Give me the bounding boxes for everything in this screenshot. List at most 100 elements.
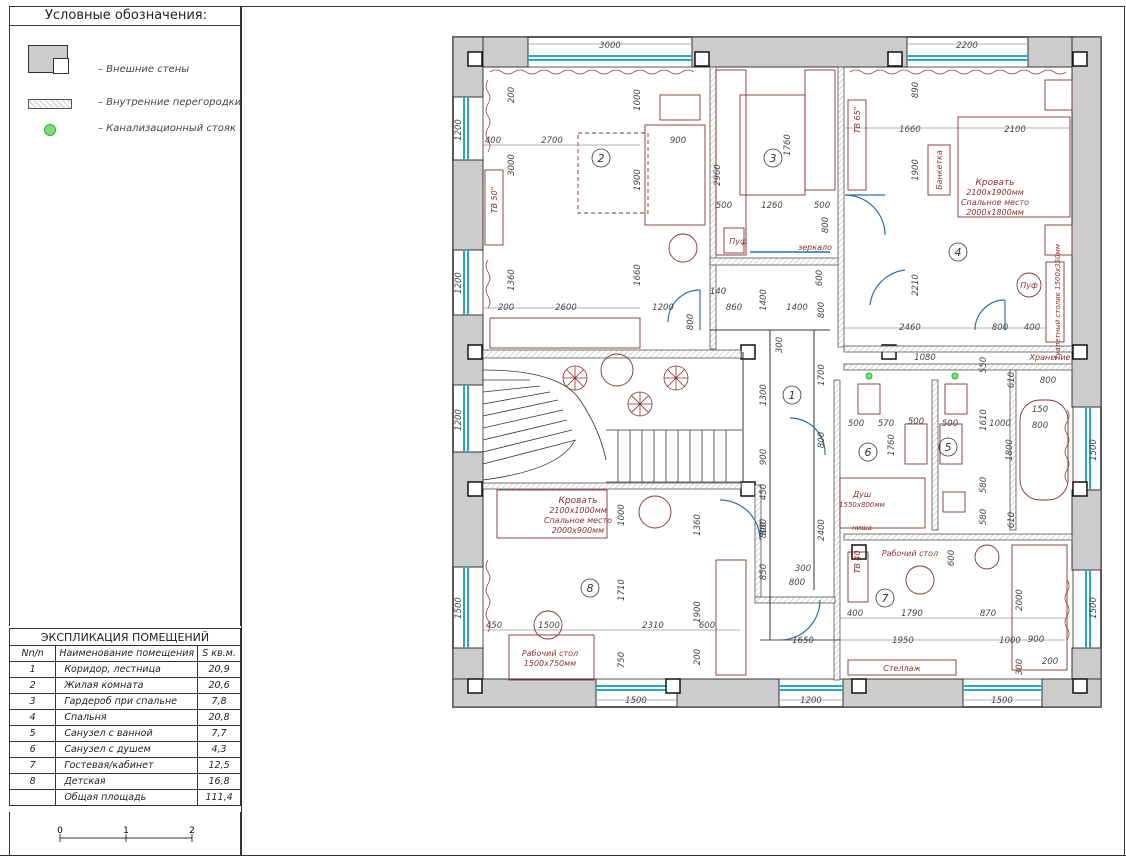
dim-corridor: 800 [789, 578, 805, 588]
dim-room3: 500 [814, 201, 830, 211]
dim-room2: 1000 [633, 89, 643, 111]
dim-room8: 800 [759, 522, 769, 538]
dim-room7: 400 [847, 609, 863, 619]
dim-bottom: 1500 [991, 696, 1013, 706]
dim-corridor: 1650 [792, 636, 814, 646]
tv50-label: ТВ 50" [490, 187, 499, 214]
shower-size: 1550х800мм [839, 501, 886, 509]
dim-top: 2200 [956, 41, 978, 51]
dim-room4: 1660 [899, 125, 921, 135]
desk-child-size: 1500х750мм [524, 659, 576, 668]
sewer-risers [865, 372, 959, 380]
dim-corridor: 300 [795, 564, 811, 574]
dim-room2: 2700 [541, 136, 563, 146]
bed-master-sleep-label: Спальное место [961, 198, 1029, 207]
dim-left: 1200 [454, 119, 464, 141]
dim-room7: 900 [1028, 635, 1044, 645]
dim-right: 1500 [1089, 597, 1099, 619]
dim-room3: 1400 [759, 289, 769, 311]
dim-room8: 1360 [693, 514, 703, 536]
dim-baths: 500 [908, 417, 924, 427]
dim-room8: 1900 [693, 601, 703, 623]
dim-room4: 1900 [911, 159, 921, 181]
windows [463, 55, 1091, 691]
staircase [482, 369, 742, 483]
room-number-5: 5 [945, 441, 952, 454]
dim-corridor: 1000 [999, 636, 1021, 646]
dim-room7: 870 [980, 609, 996, 619]
dim-room4: 1400 [786, 303, 808, 313]
dim-corridor: 300 [775, 337, 785, 353]
dim-room8: 1000 [617, 504, 627, 526]
dim-corridor: 1950 [892, 636, 914, 646]
dim-top: 3000 [599, 41, 621, 51]
dim-room4: 400 [1024, 323, 1040, 333]
dim-baths: 610 [1007, 372, 1017, 388]
dim-baths: 1080 [914, 353, 936, 363]
dim-baths: 1610 [979, 409, 989, 431]
dim-left: 1200 [454, 409, 464, 431]
dim-room4: 2460 [899, 323, 921, 333]
dim-room2: 140 [710, 287, 726, 297]
pouf-label-1: Пуф [729, 237, 747, 246]
dim-baths: 800 [1040, 376, 1056, 386]
room-number-2: 2 [598, 152, 605, 165]
dim-room3: 500 [716, 201, 732, 211]
dim-room2: 2600 [555, 303, 577, 313]
dim-corridor: 450 [759, 484, 769, 500]
room-number-4: 4 [955, 246, 962, 259]
desk-child-label: Рабочий стол [522, 649, 578, 658]
dim-corridor: 2400 [817, 519, 827, 541]
pouf-label-2: Пуф [1020, 281, 1038, 290]
bed-child-label: Кровать [559, 496, 598, 506]
room-number-7: 7 [882, 592, 889, 605]
dim-room7: 200 [1042, 657, 1058, 667]
dim-room2: 200 [507, 87, 517, 103]
plants [562, 365, 689, 417]
dim-room2: 860 [726, 303, 742, 313]
dim-room2: 200 [498, 303, 514, 313]
banquette-label: Банкетка [935, 150, 944, 190]
tv40-label: ТВ 40 [853, 550, 862, 573]
room-number-8: 8 [587, 582, 594, 595]
room-number-6: 6 [865, 446, 872, 459]
dim-room8: 2310 [642, 621, 664, 631]
dim-left: 1500 [454, 597, 464, 619]
storage-label: Хранение [1029, 353, 1071, 362]
dim-room3: 1760 [783, 134, 793, 156]
dresser-label: Туалетный столик 1500х350мм [1054, 243, 1062, 360]
dim-room8: 600 [699, 621, 715, 631]
bed-master-sleep-size: 2000х1800мм [966, 208, 1024, 217]
room-number-1: 1 [789, 389, 796, 402]
dim-room8: 450 [486, 621, 502, 631]
dim-baths: 580 [979, 477, 989, 493]
dim-baths: 550 [979, 357, 989, 373]
dim-left: 1200 [454, 272, 464, 294]
dim-baths: 610 [1007, 512, 1017, 528]
dim-baths: 150 [1032, 405, 1048, 415]
niche-label: ниша [852, 524, 872, 532]
desk-office-label: Рабочий стол [882, 549, 938, 558]
dim-corridor: 850 [759, 564, 769, 580]
dim-baths: 500 [942, 419, 958, 429]
tv65-label: ТВ 65" [853, 107, 862, 134]
dim-baths: 1800 [1005, 439, 1015, 461]
dim-corridor: 1300 [759, 384, 769, 406]
bed-child-sleep-label: Спальное место [544, 516, 612, 525]
dim-room4: 890 [911, 82, 921, 98]
shower-label: Душ [852, 490, 872, 499]
dim-room3: 2960 [713, 164, 723, 186]
dim-baths: 800 [1032, 421, 1048, 431]
dim-room8: 1500 [538, 621, 560, 631]
dim-room2: 1200 [652, 303, 674, 313]
dim-baths: 580 [979, 509, 989, 525]
dim-room4: 2210 [911, 274, 921, 296]
floor-plan: 1 2 3 4 5 6 7 8 Кровать 2100х1900мм Спал… [452, 36, 1102, 708]
dim-room4: 800 [817, 302, 827, 318]
dim-baths: 1760 [887, 434, 897, 456]
dim-room7: 600 [947, 550, 957, 566]
dim-room7: 1790 [901, 609, 923, 619]
dim-corridor: 800 [817, 432, 827, 448]
furniture [484, 69, 1073, 681]
dim-room4: 800 [992, 323, 1008, 333]
